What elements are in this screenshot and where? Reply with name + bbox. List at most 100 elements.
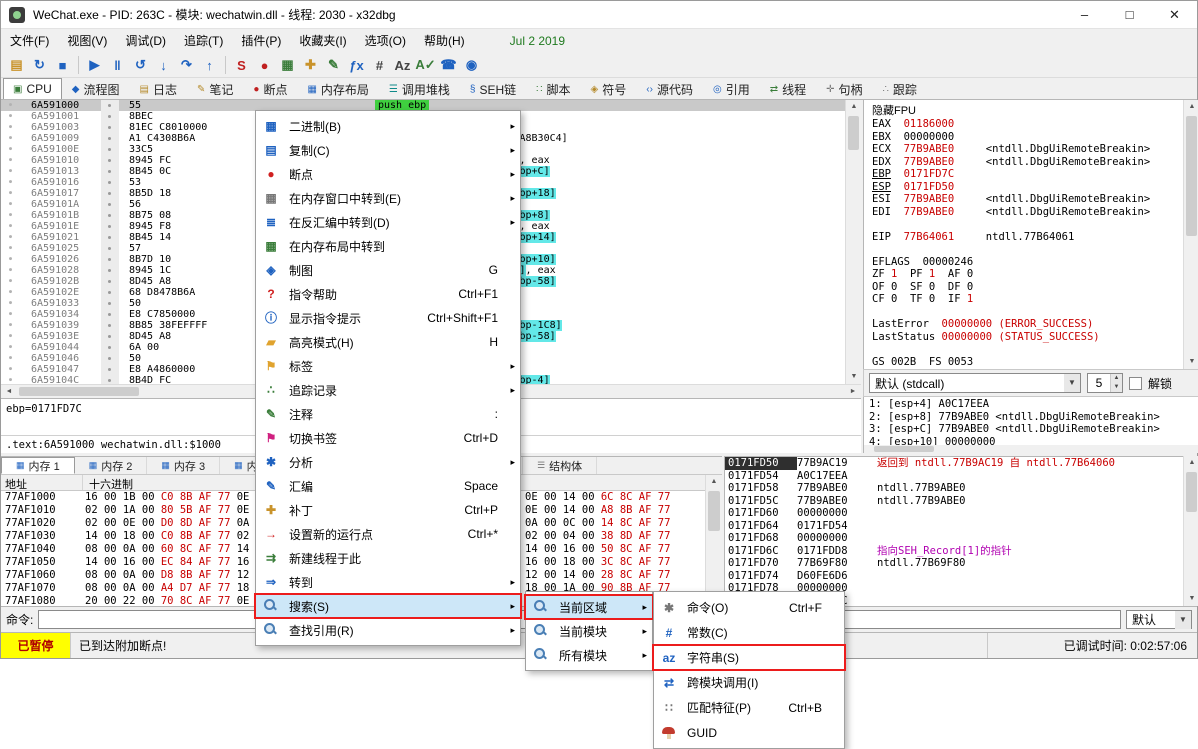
stack-row[interactable]: 0171FD6C0171FDD8指向SEH_Record[1]的指针: [725, 545, 1183, 558]
menu-set-new-origin[interactable]: →设置新的运行点Ctrl+*: [256, 522, 520, 546]
breakpoint-bullet-icon[interactable]: ●: [1, 353, 31, 364]
breakpoint-bullet-icon[interactable]: ●: [1, 331, 31, 342]
register-line[interactable]: [872, 306, 1181, 319]
register-line[interactable]: ESP 0171FD50: [872, 181, 1181, 194]
registers-vertical-scrollbar[interactable]: ▲ ▼: [1183, 100, 1198, 369]
restart-icon[interactable]: ↻: [28, 54, 51, 76]
tab-memory-map[interactable]: ▦内存布局: [297, 78, 378, 99]
breakpoint-bullet-icon[interactable]: ●: [1, 276, 31, 287]
register-line[interactable]: EDI 77B9ABE0 <ntdll.DbgUiRemoteBreakin>: [872, 206, 1181, 219]
tab-notes[interactable]: ✎笔记: [187, 78, 243, 99]
breakpoint-bullet-icon[interactable]: ●: [1, 298, 31, 309]
run-to-return-icon[interactable]: ↑: [198, 54, 221, 76]
spin-up-icon[interactable]: ▲: [1111, 374, 1122, 383]
submenu-current-module[interactable]: 当前模块▸: [526, 619, 652, 643]
breakpoint-bullet-icon[interactable]: ●: [1, 221, 31, 232]
menu-goto-memmap[interactable]: ▦在内存布局中转到: [256, 234, 520, 258]
scroll-up-icon[interactable]: ▲: [1184, 100, 1198, 114]
breakpoint-bullet-icon[interactable]: ●: [1, 309, 31, 320]
breakpoint-bullet-icon[interactable]: ●: [1, 100, 31, 111]
menu-comment[interactable]: ✎注释:: [256, 402, 520, 426]
breakpoint-bullet-icon[interactable]: ●: [1, 155, 31, 166]
tab-threads[interactable]: ⇄线程: [760, 78, 816, 99]
breakpoint-bullet-icon[interactable]: ●: [1, 265, 31, 276]
comment-icon[interactable]: ✎: [322, 54, 345, 76]
register-line[interactable]: EBP 0171FD7C: [872, 168, 1181, 181]
argument-count-stepper[interactable]: 5 ▲▼: [1087, 373, 1123, 393]
unlock-checkbox[interactable]: [1129, 377, 1142, 390]
menubar-item-8[interactable]: 帮助(H): [415, 29, 474, 53]
stack-row[interactable]: 0171FD5C77B9ABE0ntdll.77B9ABE0: [725, 495, 1183, 508]
hash-icon[interactable]: #: [368, 54, 391, 76]
breakpoints-icon[interactable]: ●: [253, 54, 276, 76]
tab-symbols[interactable]: ◈符号: [581, 78, 637, 99]
menu-breakpoint[interactable]: ●断点▸: [256, 162, 520, 186]
breakpoint-bullet-icon[interactable]: ●: [1, 254, 31, 265]
tab-graph[interactable]: ◆流程图: [62, 78, 130, 99]
close-button[interactable]: ✕: [1152, 1, 1197, 28]
submenu-pattern[interactable]: ∷匹配特征(P)Ctrl+B: [654, 695, 844, 720]
stack-panel[interactable]: 0171FD5077B9AC19返回到 ntdll.77B9AC19 自 ntd…: [724, 456, 1183, 606]
menu-goto-disasm[interactable]: ≣在反汇编中转到(D)▸: [256, 210, 520, 234]
breakpoint-bullet-icon[interactable]: ●: [1, 232, 31, 243]
tab-dump-2[interactable]: ▦内存 2: [75, 457, 148, 474]
register-line[interactable]: CF 0 TF 0 IF 1: [872, 293, 1181, 306]
menubar-item-3[interactable]: 调试(D): [116, 29, 175, 53]
submenu-current-region[interactable]: 当前区域▸: [526, 595, 652, 619]
breakpoint-bullet-icon[interactable]: ●: [1, 243, 31, 254]
maximize-button[interactable]: □: [1107, 1, 1152, 28]
breakpoint-bullet-icon[interactable]: ●: [1, 199, 31, 210]
scrollbar-thumb[interactable]: [1186, 116, 1197, 236]
breakpoint-bullet-icon[interactable]: ●: [1, 287, 31, 298]
stack-row[interactable]: 0171FD640171FD54: [725, 520, 1183, 533]
stop-debug-icon[interactable]: ■: [51, 54, 74, 76]
register-line[interactable]: EBX 00000000: [872, 131, 1181, 144]
scroll-up-icon[interactable]: ▲: [706, 475, 722, 489]
menu-graph[interactable]: ◈制图G: [256, 258, 520, 282]
dump-vertical-scrollbar[interactable]: ▲ ▼: [705, 475, 722, 606]
argument-line[interactable]: 3: [esp+C] 77B9ABE0 <ntdll.DbgUiRemoteBr…: [869, 423, 1198, 436]
register-line[interactable]: EIP 77B64061 ntdll.77B64061: [872, 231, 1181, 244]
stack-row[interactable]: 0171FD6800000000: [725, 532, 1183, 545]
tab-struct[interactable]: ☰结构体: [523, 457, 597, 474]
menu-highlight-mode[interactable]: ▰高亮模式(H)H: [256, 330, 520, 354]
scylla-icon[interactable]: S: [230, 54, 253, 76]
menu-analysis[interactable]: ✱分析▸: [256, 450, 520, 474]
step-into-icon[interactable]: ↓: [152, 54, 175, 76]
patch-icon[interactable]: ✚: [299, 54, 322, 76]
registers-panel[interactable]: 隐藏FPU EAX 01186000EBX 00000000ECX 77B9AB…: [863, 100, 1198, 369]
breakpoint-bullet-icon[interactable]: ●: [1, 320, 31, 331]
scrollbar-thumb[interactable]: [848, 116, 859, 150]
breakpoint-bullet-icon[interactable]: ●: [1, 177, 31, 188]
breakpoint-bullet-icon[interactable]: ●: [1, 133, 31, 144]
help-icon[interactable]: ◉: [460, 54, 483, 76]
argument-line[interactable]: 2: [esp+8] 77B9ABE0 <ntdll.DbgUiRemoteBr…: [869, 411, 1198, 424]
text-icon[interactable]: Az: [391, 54, 414, 76]
scroll-left-icon[interactable]: ◄: [1, 385, 17, 399]
pause-icon[interactable]: ‖: [106, 54, 129, 76]
run-icon[interactable]: ▶: [83, 54, 106, 76]
tab-dump-1[interactable]: ▦内存 1: [1, 457, 75, 474]
title-bar[interactable]: WeChat.exe - PID: 263C - 模块: wechatwin.d…: [1, 1, 1197, 29]
breakpoint-bullet-icon[interactable]: ●: [1, 111, 31, 122]
register-line[interactable]: LastStatus 00000000 (STATUS_SUCCESS): [872, 331, 1181, 344]
register-line[interactable]: EAX 01186000: [872, 118, 1181, 131]
menu-binary[interactable]: ▦二进制(B)▸: [256, 114, 520, 138]
scroll-down-icon[interactable]: ▼: [846, 370, 862, 384]
menu-instr-help[interactable]: ?指令帮助Ctrl+F1: [256, 282, 520, 306]
stack-row[interactable]: 0171FD54A0C17EEA: [725, 470, 1183, 483]
stack-row[interactable]: 0171FD5877B9ABE0ntdll.77B9ABE0: [725, 482, 1183, 495]
minimize-button[interactable]: –: [1062, 1, 1107, 28]
menu-goto-dump[interactable]: ▦在内存窗口中转到(E)▸: [256, 186, 520, 210]
stack-row[interactable]: 0171FD5077B9AC19返回到 ntdll.77B9AC19 自 ntd…: [725, 457, 1183, 470]
breakpoint-bullet-icon[interactable]: ●: [1, 210, 31, 221]
scrollbar-thumb[interactable]: [874, 446, 934, 452]
register-line[interactable]: OF 0 SF 0 DF 0: [872, 281, 1181, 294]
menu-show-mnemonic-brief[interactable]: ⓘ显示指令提示Ctrl+Shift+F1: [256, 306, 520, 330]
menubar-item-2[interactable]: 视图(V): [58, 29, 116, 53]
register-line[interactable]: GS 002B FS 0053: [872, 356, 1181, 369]
calling-convention-select[interactable]: 默认 (stdcall) ▼: [869, 373, 1081, 393]
register-line[interactable]: [872, 343, 1181, 356]
breakpoint-bullet-icon[interactable]: ●: [1, 342, 31, 353]
menu-toggle-bookmark[interactable]: ⚑切换书签Ctrl+D: [256, 426, 520, 450]
